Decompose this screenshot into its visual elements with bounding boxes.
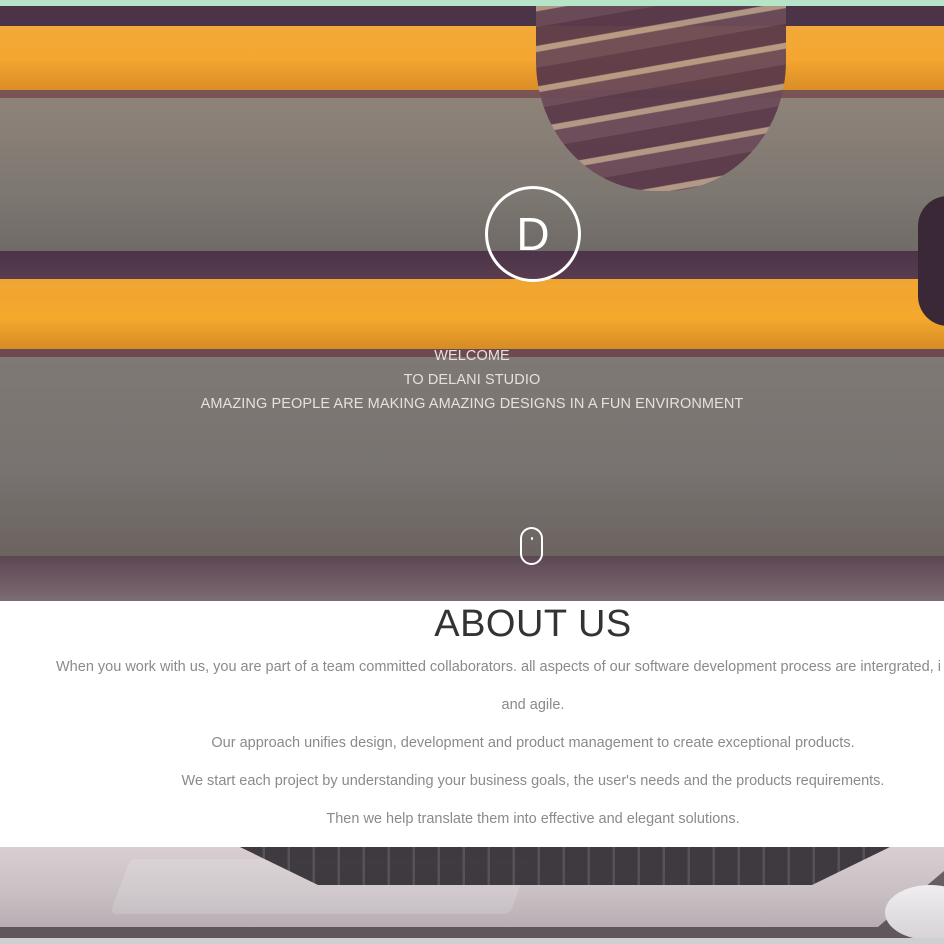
mouse-scroll-icon[interactable]	[520, 527, 543, 565]
about-paragraph: Then we help translate them into effecti…	[326, 811, 740, 827]
hero-bg-yellow-stripe	[0, 279, 944, 351]
about-paragraph: We start each project by understanding y…	[181, 773, 885, 789]
hero-bg-dark-band	[0, 251, 944, 281]
hero-welcome: WELCOME	[434, 348, 510, 364]
about-section: ABOUT US When you work with us, you are …	[0, 601, 944, 847]
hero-bg-shoe	[918, 196, 944, 326]
bottom-strip	[0, 938, 944, 944]
hero-bg-shadow	[0, 6, 944, 28]
logo-letter: D	[516, 208, 550, 260]
hero-bg-wall	[0, 98, 944, 253]
laptop-image-section	[0, 847, 944, 944]
about-paragraph: and agile.	[501, 697, 565, 713]
hero-tagline: WELCOME TO DELANI STUDIO AMAZING PEOPLE …	[0, 344, 944, 416]
hero-bg-stripe-edge	[0, 90, 944, 98]
hero-slogan: AMAZING PEOPLE ARE MAKING AMAZING DESIGN…	[200, 396, 744, 412]
hero-studio-name: TO DELANI STUDIO	[403, 372, 541, 388]
laptop-keyboard	[240, 847, 890, 885]
about-paragraph: When you work with us, you are part of a…	[56, 659, 941, 675]
about-title: ABOUT US	[434, 603, 632, 645]
studio-logo: D	[485, 186, 581, 282]
about-paragraph: Our approach unifies design, development…	[211, 735, 855, 751]
hero-bg-step	[0, 556, 944, 601]
hero-section: D WELCOME TO DELANI STUDIO AMAZING PEOPL…	[0, 6, 944, 601]
hero-bg-yellow-stripe	[0, 26, 944, 92]
mouse-wheel-icon	[531, 537, 533, 540]
